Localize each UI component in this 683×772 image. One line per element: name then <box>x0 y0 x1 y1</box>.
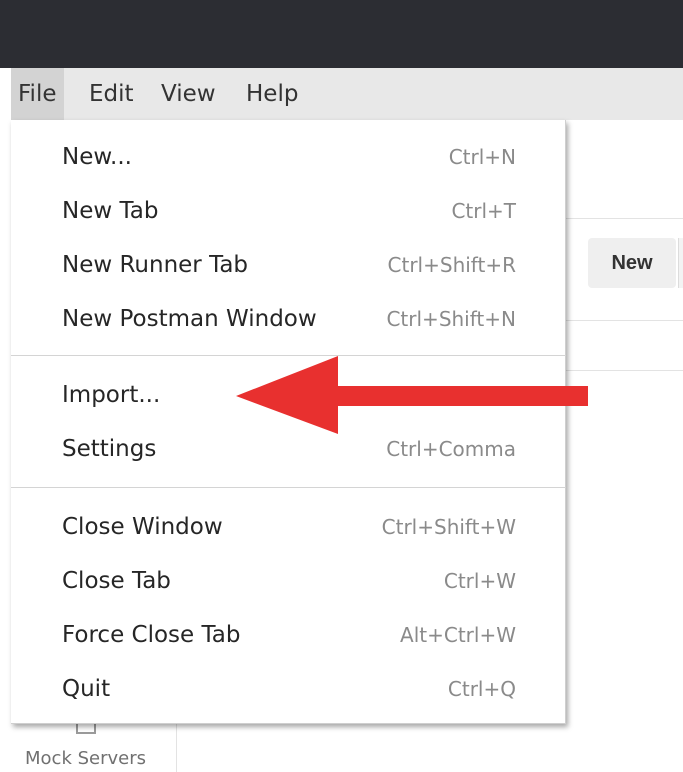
red-arrow-annotation-icon <box>236 356 588 434</box>
